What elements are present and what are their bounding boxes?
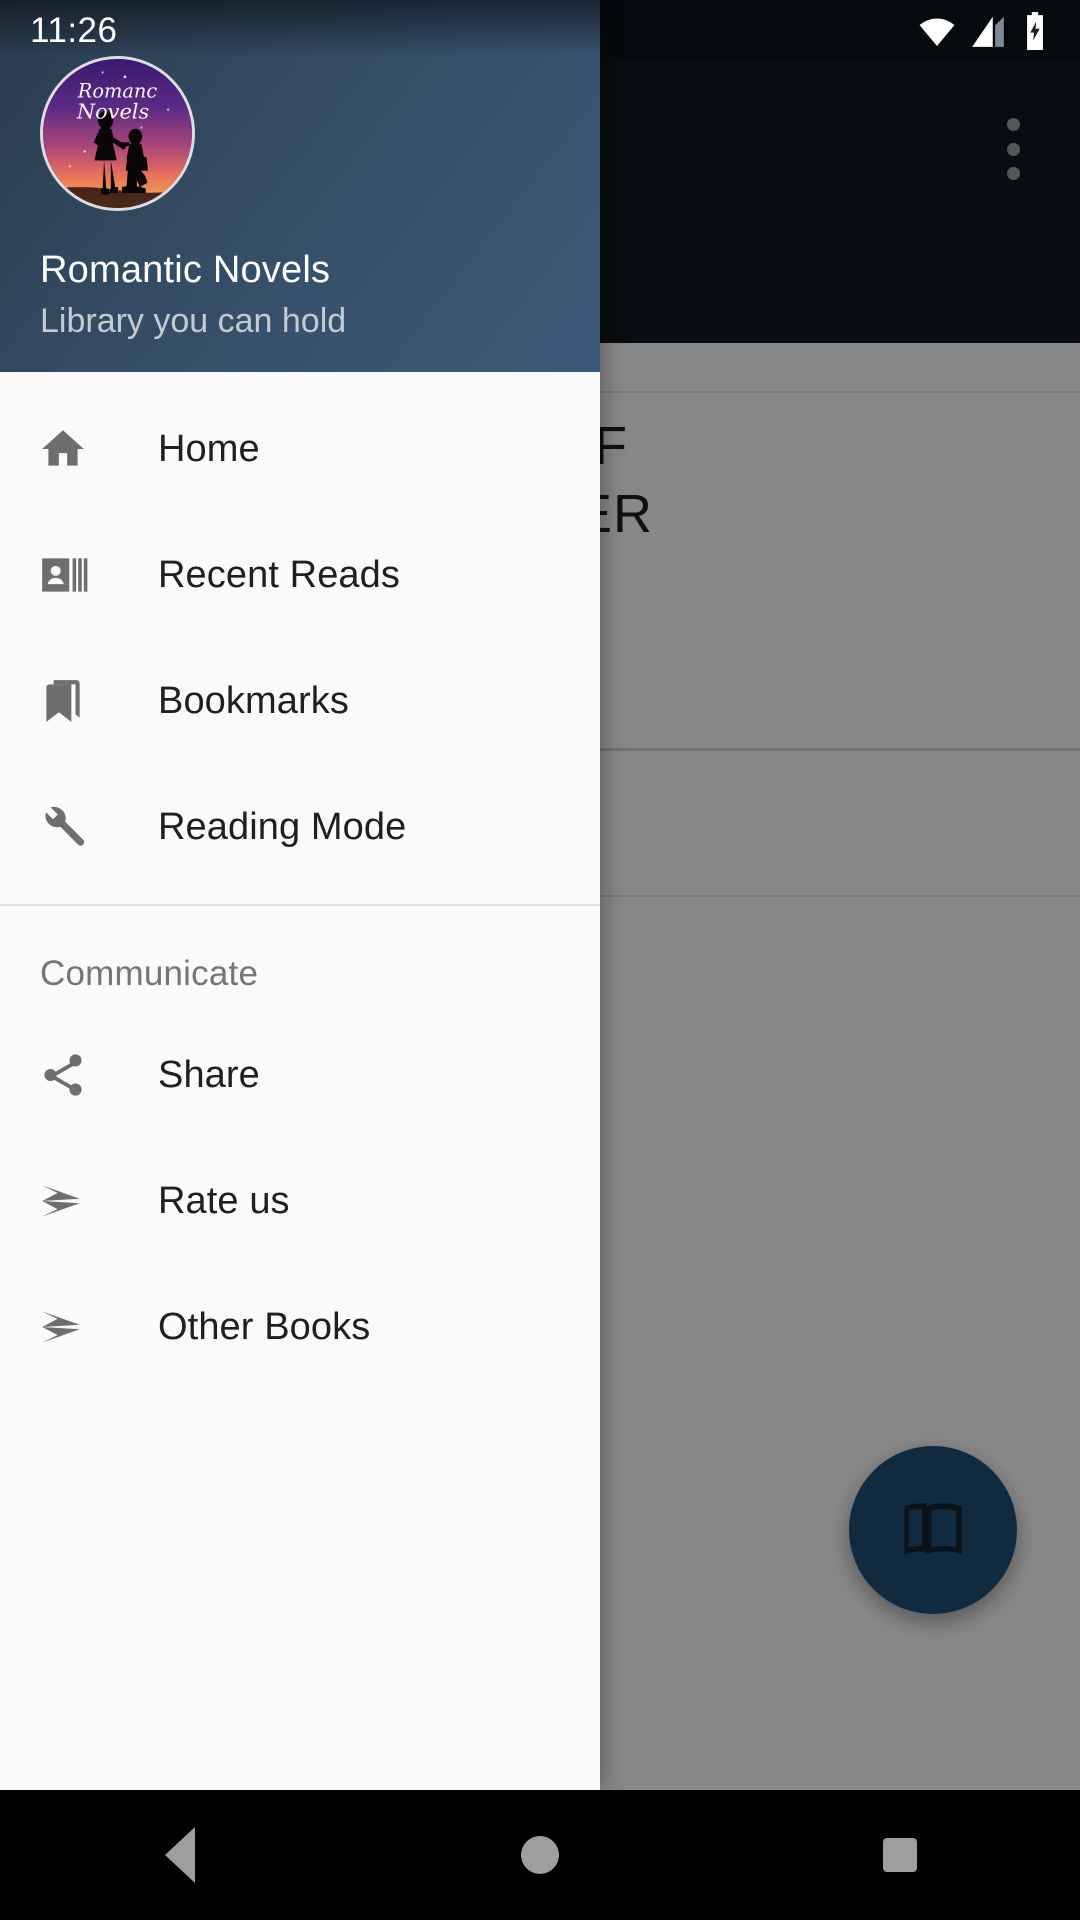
- sidebar-item-home[interactable]: Home: [0, 386, 600, 512]
- phone-screen: NOVEL ON OF I OTHER: [0, 0, 1080, 1920]
- wrench-icon: [38, 802, 124, 852]
- home-circle-icon: [521, 1836, 559, 1874]
- send-arrow-icon: [38, 1176, 124, 1226]
- navigation-drawer: Romanc Novels Romantic Novels Library yo…: [0, 0, 600, 1790]
- contact-card-icon: [38, 550, 124, 600]
- sidebar-item-other-books[interactable]: Other Books: [0, 1264, 600, 1390]
- nav-back-button[interactable]: [120, 1790, 240, 1920]
- drawer-app-subtitle: Library you can hold: [40, 302, 347, 340]
- nav-home-button[interactable]: [480, 1790, 600, 1920]
- app-logo-artwork: Romanc Novels: [43, 59, 192, 208]
- share-icon: [38, 1050, 124, 1100]
- sidebar-item-reading-mode[interactable]: Reading Mode: [0, 764, 600, 890]
- sidebar-item-recent-reads[interactable]: Recent Reads: [0, 512, 600, 638]
- drawer-header: Romanc Novels Romantic Novels Library yo…: [0, 0, 600, 372]
- sidebar-item-label: Bookmarks: [158, 679, 349, 722]
- recents-square-icon: [883, 1838, 917, 1872]
- send-arrow-icon: [38, 1302, 124, 1352]
- nav-recents-button[interactable]: [840, 1790, 960, 1920]
- sidebar-item-label: Rate us: [158, 1179, 290, 1222]
- drawer-menu: Home Recent Reads Bookmarks Reading Mode…: [0, 372, 600, 1790]
- system-navigation-bar: [0, 1790, 1080, 1920]
- sidebar-item-label: Share: [158, 1053, 260, 1096]
- drawer-app-title: Romantic Novels: [40, 249, 331, 291]
- sidebar-item-bookmarks[interactable]: Bookmarks: [0, 638, 600, 764]
- sidebar-item-share[interactable]: Share: [0, 1012, 600, 1138]
- bookmark-icon: [38, 676, 124, 726]
- sidebar-item-label: Other Books: [158, 1305, 371, 1348]
- svg-text:Novels: Novels: [76, 100, 149, 124]
- app-logo: Romanc Novels: [40, 56, 195, 211]
- sidebar-item-rate-us[interactable]: Rate us: [0, 1138, 600, 1264]
- drawer-section-title: Communicate: [40, 954, 259, 993]
- sidebar-item-label: Recent Reads: [158, 553, 401, 596]
- drawer-header-shade: [0, 0, 600, 56]
- sidebar-item-label: Reading Mode: [158, 805, 407, 848]
- back-triangle-icon: [165, 1827, 195, 1883]
- sidebar-item-label: Home: [158, 427, 260, 470]
- home-icon: [38, 424, 124, 474]
